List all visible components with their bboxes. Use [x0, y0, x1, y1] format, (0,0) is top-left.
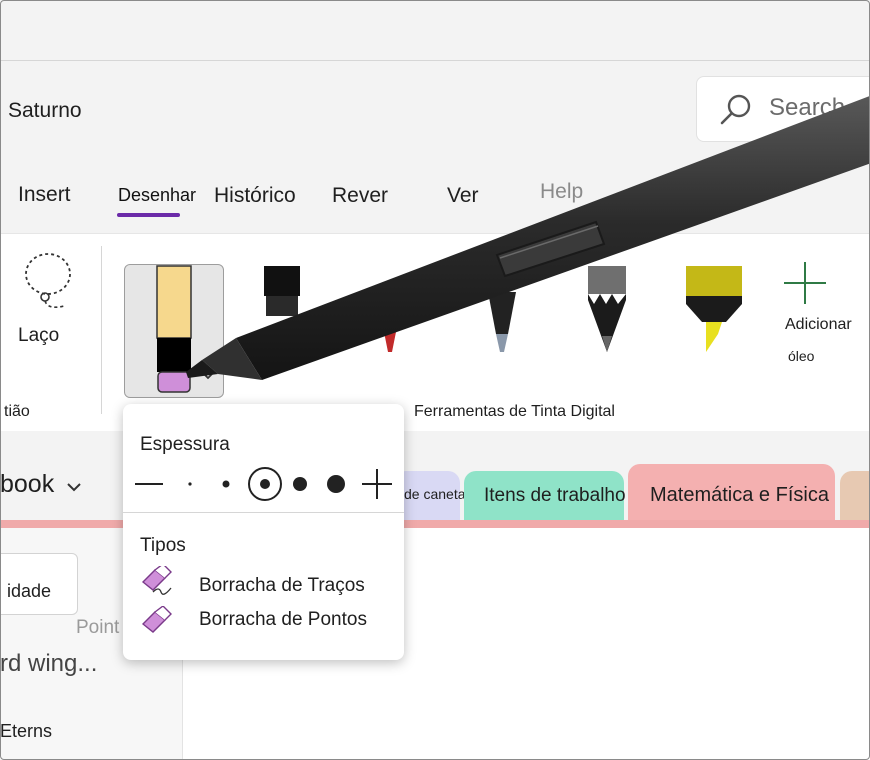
tab-insert[interactable]: Insert — [18, 183, 71, 207]
types-title: Tipos — [140, 535, 186, 556]
eraser-icon[interactable] — [150, 264, 200, 396]
active-tab-indicator — [117, 213, 180, 217]
page-list-item[interactable]: rd wing... — [0, 650, 97, 678]
point-eraser-option[interactable]: Borracha de Pontos — [199, 609, 367, 631]
thickness-option — [222, 480, 230, 488]
pen-gray-icon[interactable] — [484, 290, 520, 356]
section-tab-math[interactable]: Matemática e Física — [628, 464, 835, 526]
pen-black-icon[interactable] — [260, 264, 304, 354]
tab-review[interactable]: Rever — [332, 184, 388, 208]
stroke-eraser-icon[interactable] — [141, 566, 175, 596]
chevron-down-icon[interactable] — [66, 481, 82, 493]
tab-view[interactable]: Ver — [447, 184, 479, 208]
tab-help[interactable]: Help — [540, 180, 583, 204]
notebook-title: Saturno — [8, 99, 82, 122]
search-placeholder: Search — [769, 94, 846, 121]
page-list-item[interactable]: Eterns — [0, 721, 52, 742]
add-page-button[interactable]: idade — [0, 553, 78, 615]
point-eraser-icon[interactable] — [141, 606, 175, 636]
ribbon-separator — [101, 246, 102, 414]
pen-red-icon[interactable] — [380, 330, 400, 356]
lasso-icon[interactable] — [14, 250, 78, 314]
tab-draw[interactable]: Desenhar — [118, 185, 196, 206]
popup-divider — [123, 512, 404, 513]
notebook-picker[interactable]: book — [0, 470, 54, 499]
chevron-down-icon[interactable] — [200, 369, 216, 381]
add-pen-label[interactable]: Adicionar — [785, 316, 852, 334]
search-icon — [720, 94, 751, 125]
section-tab-label: Matemática e Física — [650, 484, 829, 506]
thickness-option — [188, 482, 192, 486]
stroke-eraser-option[interactable]: Borracha de Traços — [199, 575, 365, 597]
thickness-option — [293, 477, 307, 491]
thickness-title: Espessura — [140, 434, 230, 455]
group-label: Ferramentas de Tinta Digital — [414, 403, 615, 420]
search-box[interactable]: Search — [696, 76, 870, 142]
pencil-icon[interactable] — [586, 264, 628, 354]
lasso-label[interactable]: Laço — [18, 325, 59, 347]
thickness-options — [135, 467, 392, 501]
left-group-label: tião — [4, 403, 30, 420]
top-strip — [0, 0, 870, 61]
thickness-option — [327, 475, 345, 493]
section-tab-work[interactable]: Itens de trabalho — [464, 471, 626, 526]
section-tab-next[interactable] — [840, 471, 870, 526]
section-tab-label: de caneta — [404, 486, 466, 502]
eraser-options-popup: Espessura Tipos Borracha de Traços Borra… — [123, 404, 404, 660]
section-tab-label: Itens de trabalho — [484, 485, 626, 506]
tab-history[interactable]: Histórico — [214, 184, 296, 208]
highlighter-icon[interactable] — [684, 264, 744, 354]
add-page-label: idade — [7, 581, 52, 601]
plus-icon[interactable] — [782, 260, 828, 306]
add-pen-sublabel: óleo — [788, 348, 815, 364]
